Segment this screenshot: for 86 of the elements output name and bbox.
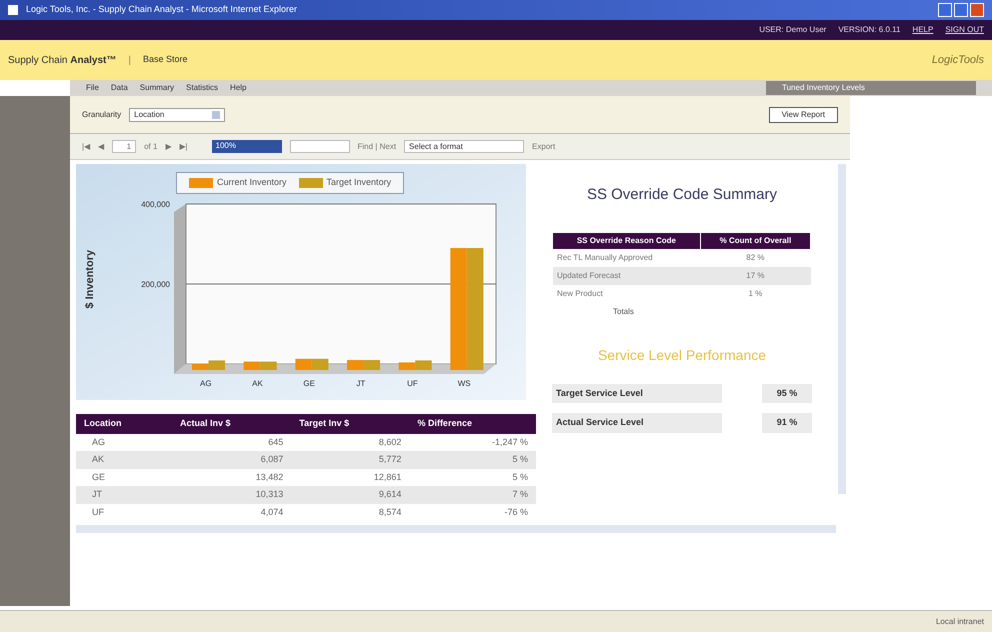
side-tab[interactable]: Tuned Inventory Levels	[766, 81, 976, 95]
user-info: VERSION: 6.0.11	[838, 24, 900, 36]
tick-label: 200,000	[141, 280, 170, 289]
bar	[244, 362, 260, 370]
last-page-button[interactable]: ▶|	[179, 140, 188, 152]
column-header: % Count of Overall	[700, 232, 810, 248]
bar	[260, 362, 277, 370]
menu-item[interactable]: Data	[110, 82, 128, 94]
user-info: USER: Demo User	[759, 24, 826, 36]
logo: LogicTools	[932, 52, 984, 68]
category-label: AG	[200, 379, 212, 388]
column-header: SS Override Reason Code	[553, 232, 700, 248]
view-report-button[interactable]: View Report	[768, 106, 838, 122]
metric-label: Actual Service Level	[552, 413, 722, 432]
next-page-button[interactable]: ▶	[165, 140, 172, 152]
app-name: Supply Chain Analyst™	[8, 54, 116, 68]
totals-label: Totals	[612, 306, 635, 318]
section-title: Service Level Performance	[598, 346, 766, 364]
format-dropdown[interactable]: Select a format	[404, 140, 524, 153]
table-cell: 5,772	[291, 451, 410, 468]
table-cell: 82 %	[700, 248, 810, 266]
column-header: Actual Inv $	[172, 414, 292, 434]
category-label: WS	[458, 379, 471, 388]
menu-item[interactable]: Help	[230, 82, 246, 94]
page-count: of 1	[144, 140, 158, 152]
bar	[364, 360, 380, 370]
user-info[interactable]: SIGN OUT	[945, 24, 984, 36]
table-cell: 5 %	[409, 451, 536, 468]
category-label: AK	[252, 379, 263, 388]
tick-label: 400,000	[141, 200, 170, 209]
table-cell: 9,614	[291, 486, 410, 504]
find-field[interactable]	[290, 140, 350, 153]
vertical-scrollbar[interactable]	[838, 164, 846, 494]
separator: |	[128, 54, 131, 68]
metric-value: 95 %	[762, 384, 812, 403]
table-cell: 10,313	[172, 486, 292, 504]
menu-item[interactable]: Statistics	[186, 82, 218, 94]
window-icon	[8, 5, 18, 15]
menu-item[interactable]: Summary	[140, 82, 174, 94]
column-header: % Difference	[409, 414, 536, 434]
granularity-dropdown[interactable]: Location	[129, 108, 226, 122]
category-label: GE	[303, 379, 315, 388]
table-cell: AK	[76, 451, 172, 468]
table-cell: Rec TL Manually Approved	[553, 248, 700, 266]
minimize-button[interactable]	[938, 3, 952, 17]
first-page-button[interactable]: |◀	[82, 140, 90, 152]
export-link[interactable]: Export	[532, 140, 556, 152]
table-cell: AG	[76, 434, 172, 451]
bar	[347, 360, 364, 370]
window-title: Logic Tools, Inc. - Supply Chain Analyst - Microsoft Internet Explorer	[26, 3, 297, 16]
table-cell: 12,861	[291, 468, 410, 486]
table-cell: 6,087	[172, 451, 292, 468]
category-label: JT	[356, 379, 366, 388]
table-cell: GE	[76, 468, 172, 486]
menu-item[interactable]: File	[86, 82, 99, 94]
zoom-dropdown[interactable]: 100%	[212, 140, 282, 153]
previous-page-button[interactable]: ◀	[98, 140, 104, 152]
table-cell: New Product	[553, 284, 700, 302]
column-header: Target Inv $	[291, 414, 410, 434]
user-info[interactable]: HELP	[912, 24, 934, 36]
metric-value: 91 %	[762, 413, 812, 432]
table-cell: 5 %	[409, 468, 536, 486]
zone-label: Local intranet	[936, 616, 984, 628]
table-cell: JT	[76, 486, 172, 504]
table-cell: 645	[172, 434, 292, 451]
maximize-button[interactable]	[954, 3, 968, 17]
table-cell: Updated Forecast	[553, 266, 700, 284]
page-field[interactable]: 1	[112, 140, 136, 153]
table-cell: 13,482	[172, 468, 292, 486]
metric-label: Target Service Level	[552, 384, 722, 403]
column-header: Location	[76, 414, 172, 434]
category-label: UF	[407, 379, 418, 388]
table-cell: 17 %	[700, 266, 810, 284]
legend-label: Current Inventory	[217, 176, 287, 189]
field-label: Granularity	[82, 108, 122, 120]
table-cell: 1 %	[700, 284, 810, 302]
legend-label: Target Inventory	[326, 176, 392, 189]
store-name: Base Store	[143, 53, 188, 66]
table-cell: -1,247 %	[409, 434, 536, 451]
summary-title: SS Override Code Summary	[586, 185, 778, 205]
axis-title: $ Inventory	[82, 250, 97, 308]
table-cell: 8,602	[291, 434, 410, 451]
find-next-link[interactable]: Find | Next	[358, 140, 396, 152]
table-cell: 7 %	[409, 486, 536, 504]
close-button[interactable]	[970, 3, 984, 17]
horizontal-scrollbar[interactable]	[76, 525, 836, 533]
